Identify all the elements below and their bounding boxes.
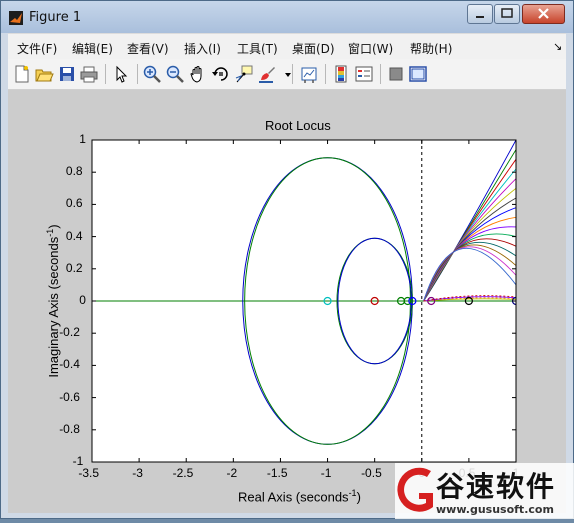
y-tick-label: -0.6: [59, 389, 80, 404]
y-tick-label: -0.4: [59, 357, 80, 372]
watermark-brand: 谷速软件: [436, 470, 557, 503]
x-tick-label: -0.5: [361, 466, 382, 480]
y-axis-label: Imaginary Axis (seconds-1): [44, 224, 62, 378]
y-tick-label: 0.6: [65, 196, 83, 211]
root-locus-plot[interactable]: [0, 0, 574, 519]
y-tick-label: -1: [72, 454, 84, 468]
x-tick-label: -2.5: [172, 466, 194, 480]
x-tick-label: -3: [132, 466, 143, 480]
y-tick-label: -0.8: [59, 421, 80, 436]
y-tick-label: 0.4: [65, 228, 83, 243]
x-tick-label: -2: [226, 466, 238, 480]
y-tick-label: 0.2: [65, 260, 83, 275]
watermark-url: www.gususoft.com: [436, 503, 554, 516]
y-tick-label: 0: [79, 293, 86, 307]
x-tick-label: -1: [320, 466, 332, 480]
y-tick-label: -0.2: [59, 325, 80, 340]
y-tick-label: 0.8: [65, 164, 83, 179]
x-tick-label: -3.5: [78, 466, 100, 480]
y-tick-label: 1: [79, 132, 86, 146]
x-axis-label: Real Axis (seconds-1): [238, 488, 361, 505]
x-tick-label: -1.5: [266, 466, 288, 480]
